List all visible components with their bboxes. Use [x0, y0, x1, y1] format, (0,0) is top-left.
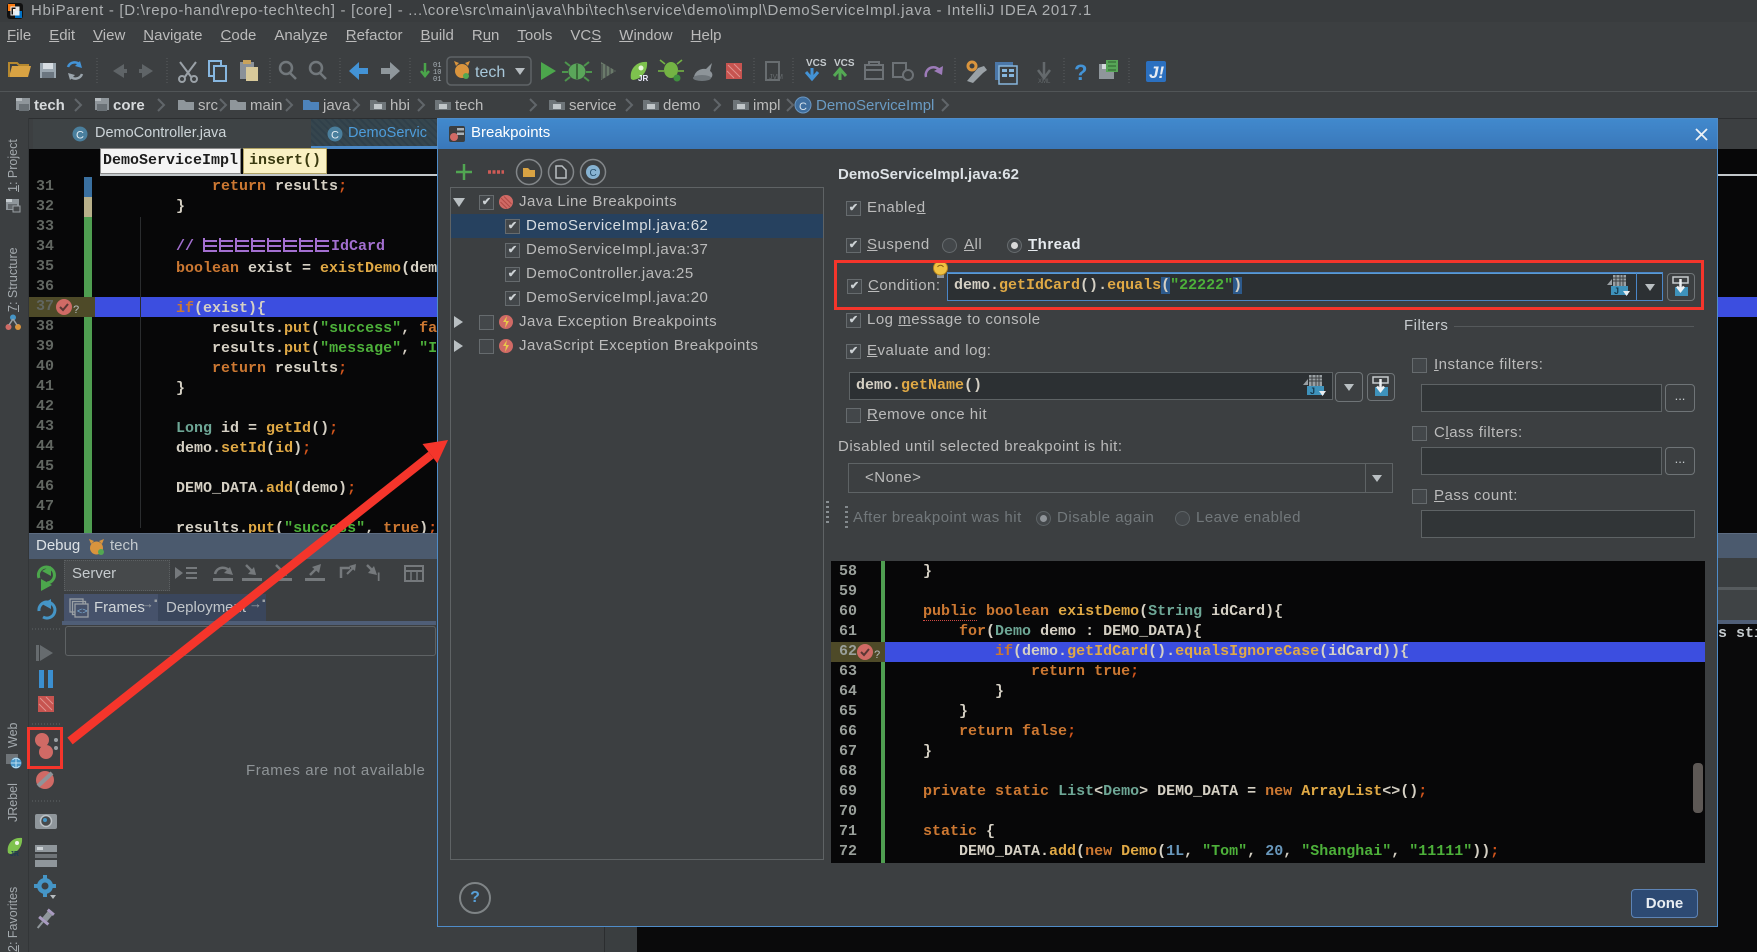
svg-text:tech: tech [475, 64, 505, 81]
svg-text:DemoServiceImpl: DemoServiceImpl [816, 97, 934, 114]
svg-text:JR: JR [10, 851, 19, 858]
svg-text:VCS: VCS [834, 58, 855, 69]
svg-text:src: src [198, 97, 218, 114]
svg-text:java: java [322, 97, 351, 114]
svg-text:I: I [377, 570, 380, 584]
svg-text:?: ? [1074, 60, 1087, 85]
svg-text:XML: XML [1038, 79, 1051, 85]
svg-text:VCS: VCS [806, 58, 827, 69]
svg-text:J: J [1614, 286, 1619, 296]
svg-text:?: ? [874, 650, 881, 661]
svg-text:impl: impl [753, 97, 781, 114]
svg-text:tech: tech [455, 97, 483, 114]
svg-text:01: 01 [433, 76, 441, 84]
svg-text:main: main [250, 97, 283, 114]
svg-text:J!: J! [1149, 63, 1164, 82]
svg-text:JVM: JVM [769, 74, 783, 81]
svg-text:core: core [113, 97, 145, 114]
svg-text:C: C [799, 101, 807, 113]
svg-text:C: C [331, 130, 339, 142]
svg-text:A: A [313, 64, 320, 74]
svg-text:JR: JR [638, 74, 648, 83]
svg-text:<>: <> [77, 606, 88, 616]
svg-text:?: ? [73, 305, 80, 316]
svg-text:J: J [1310, 386, 1315, 396]
svg-text:hbi: hbi [390, 97, 410, 114]
svg-text:demo: demo [663, 97, 701, 114]
svg-text:tech: tech [34, 97, 65, 114]
svg-text:service: service [569, 97, 617, 114]
svg-text:C: C [76, 130, 84, 142]
